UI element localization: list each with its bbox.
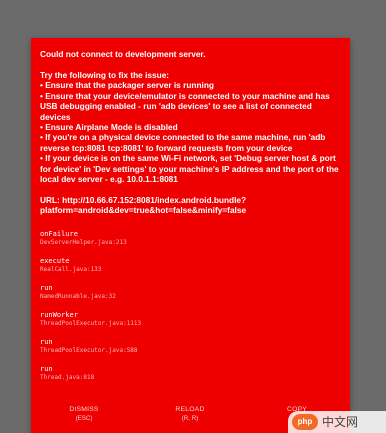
dismiss-shortcut-hint: (ESC) <box>75 414 93 422</box>
stack-trace[interactable]: onFailure DevServerHelper.java:213 execu… <box>40 230 342 382</box>
bundle-url: URL: http://10.66.67.152:8081/index.andr… <box>40 194 247 216</box>
error-intro: Try the following to fix the issue: <box>40 69 170 80</box>
stack-frame[interactable]: execute RealCall.java:133 <box>40 257 342 274</box>
stack-frame[interactable]: runWorker ThreadPoolExecutor.java:1113 <box>40 311 342 328</box>
troubleshoot-bullet: • Ensure that your device/emulator is co… <box>40 90 330 122</box>
reload-shortcut-hint: (R, R) <box>181 414 199 422</box>
stack-frame-file: Thread.java:818 <box>40 373 95 381</box>
stack-frame[interactable]: run ThreadPoolExecutor.java:588 <box>40 338 342 355</box>
stack-frame-method: run <box>40 364 53 373</box>
watermark-text: 中文网 <box>322 415 359 429</box>
error-content: Could not connect to development server.… <box>40 49 342 392</box>
error-title: Could not connect to development server. <box>40 49 206 59</box>
stack-frame-method: runWorker <box>40 310 78 319</box>
stack-frame-file: RealCall.java:133 <box>40 265 102 273</box>
stack-frame-method: onFailure <box>40 229 78 238</box>
dismiss-button-label: DISMISS <box>69 406 99 413</box>
stack-frame-method: run <box>40 337 53 346</box>
reload-button[interactable]: RELOAD (R, R) <box>137 406 243 423</box>
stack-frame-file: DevServerHelper.java:213 <box>40 238 127 246</box>
troubleshoot-bullet: • If you're on a physical device connect… <box>40 132 326 153</box>
site-watermark: php 中文网 <box>288 411 386 433</box>
stack-frame-file: ThreadPoolExecutor.java:588 <box>40 346 138 354</box>
redbox-error-dialog: Could not connect to development server.… <box>31 38 350 433</box>
stack-frame-file: NamedRunnable.java:32 <box>40 292 116 300</box>
stack-frame[interactable]: run NamedRunnable.java:32 <box>40 284 342 301</box>
php-logo-icon: php <box>292 414 318 430</box>
stack-frame[interactable]: run Thread.java:818 <box>40 365 342 382</box>
troubleshoot-bullet: • Ensure that the packager server is run… <box>40 80 214 91</box>
stack-frame[interactable]: onFailure DevServerHelper.java:213 <box>40 230 342 247</box>
reload-button-label: RELOAD <box>175 406 205 413</box>
troubleshoot-bullet: • If your device is on the same Wi-Fi ne… <box>40 153 339 184</box>
stack-frame-file: ThreadPoolExecutor.java:1113 <box>40 319 142 327</box>
stack-frame-method: execute <box>40 256 70 265</box>
stack-frame-method: run <box>40 283 53 292</box>
dismiss-button[interactable]: DISMISS (ESC) <box>31 406 137 423</box>
troubleshoot-bullet: • Ensure Airplane Mode is disabled <box>40 121 178 132</box>
